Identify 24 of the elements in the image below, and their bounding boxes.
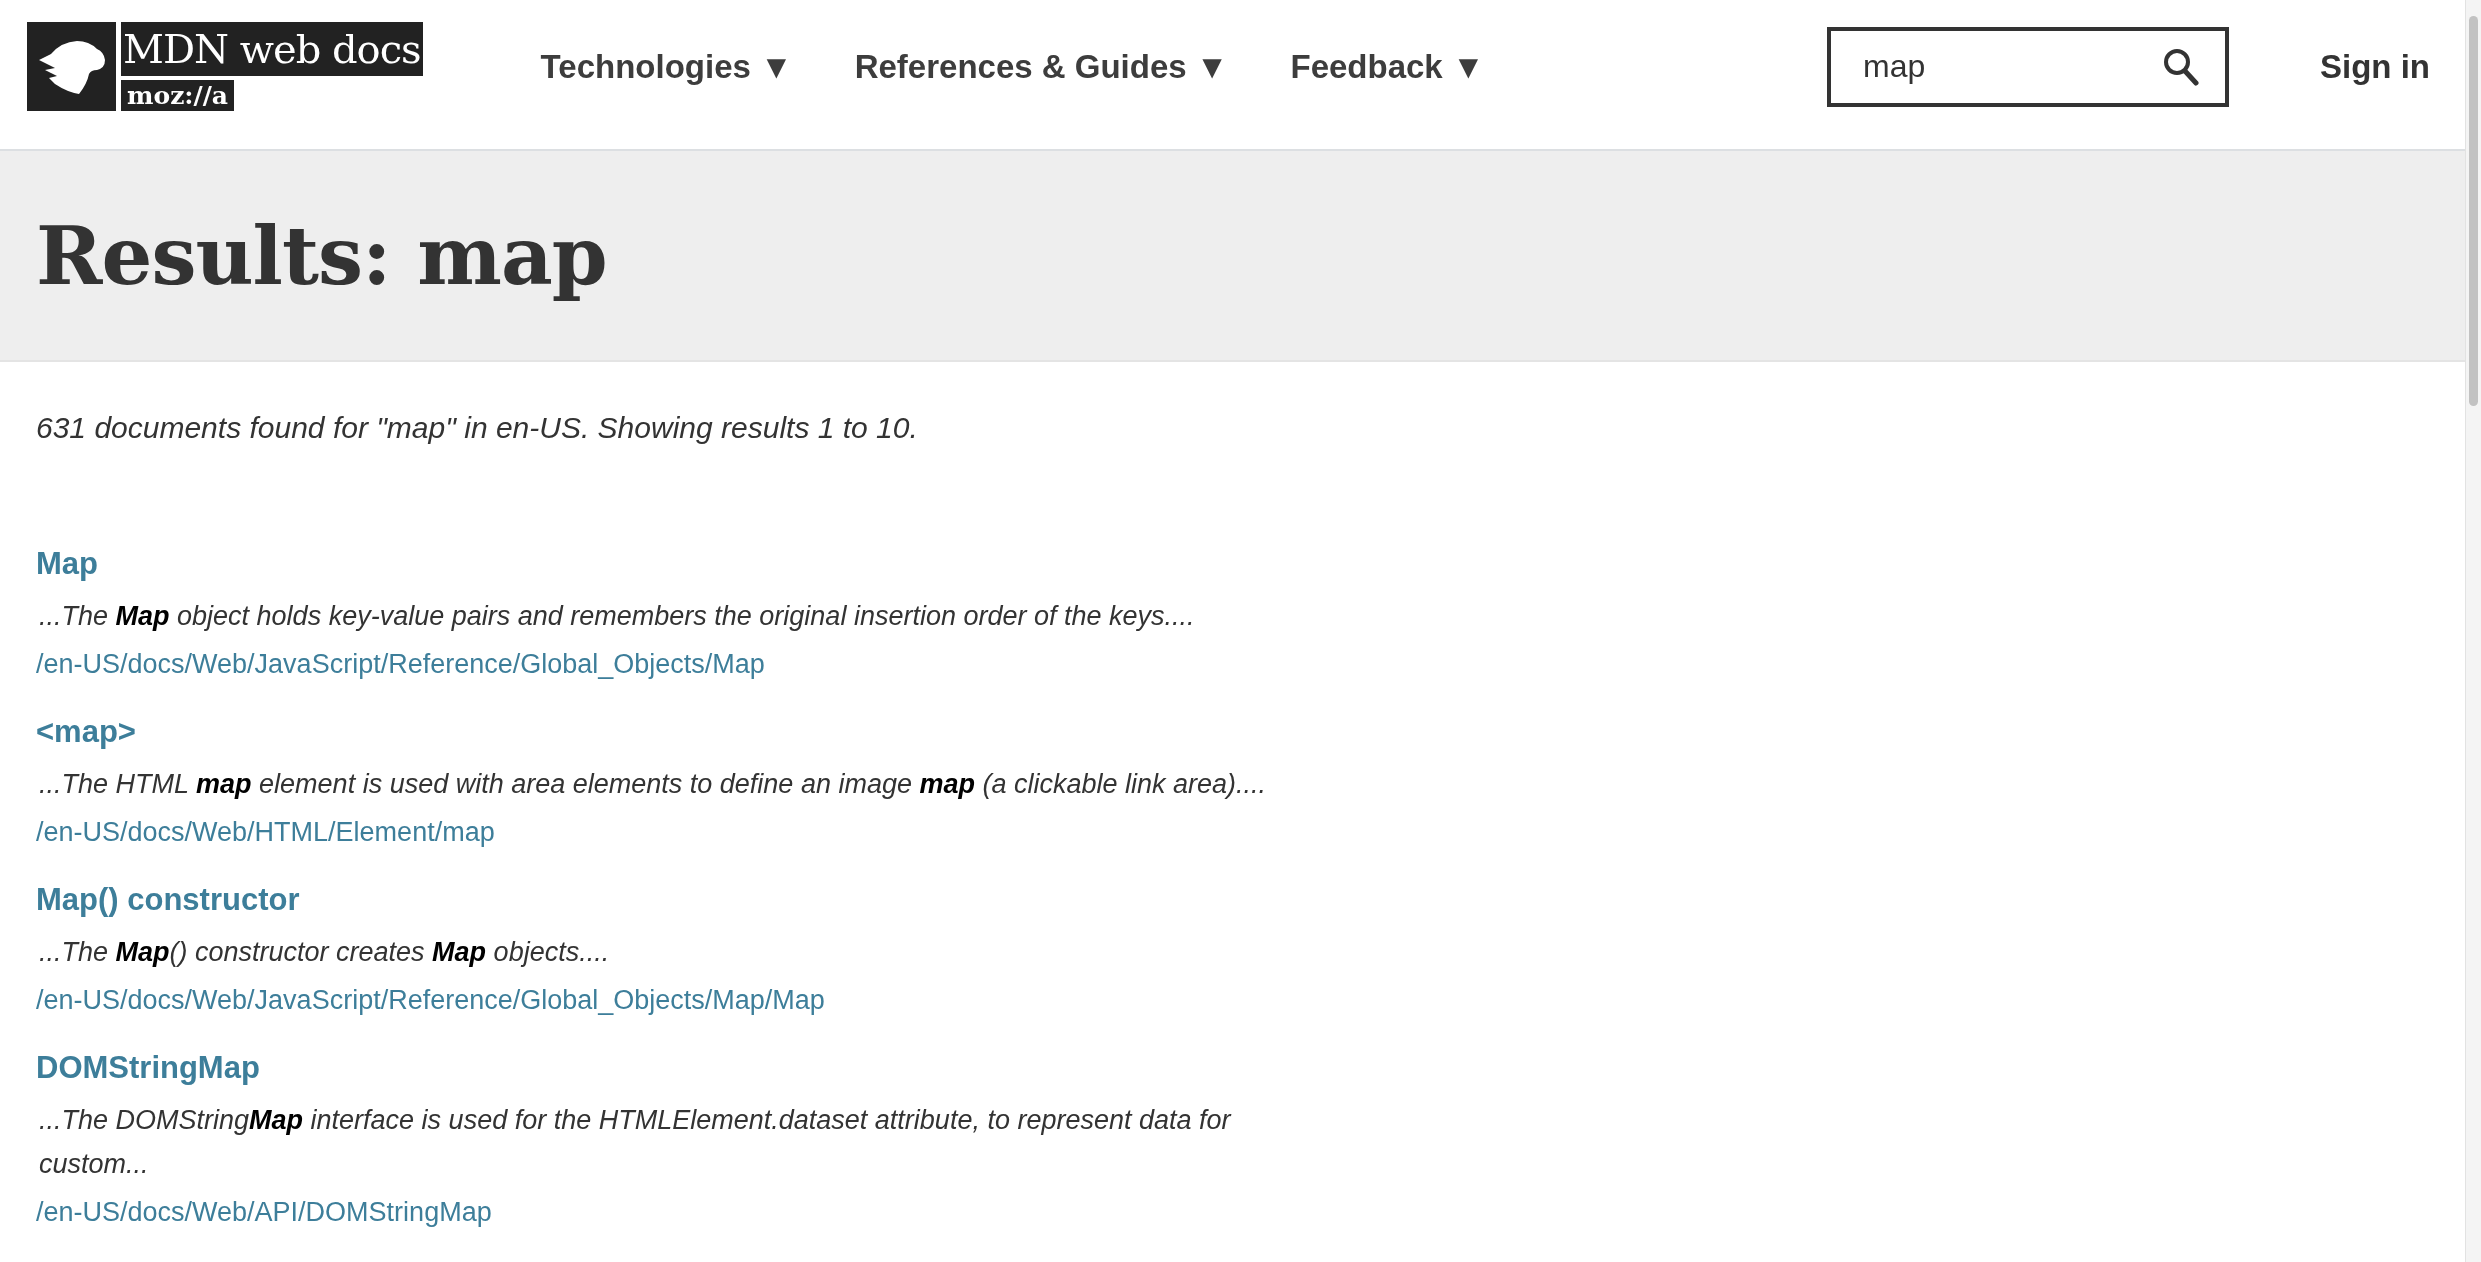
nav-menu[interactable]: Technologies ▼ (540, 41, 793, 92)
results-summary: 631 documents found for "map" in en-US. Showing results 1 to 10. (36, 410, 919, 446)
result-url-link[interactable]: /en-US/docs/Web/JavaScript/Reference/Global_Objects/Map (36, 644, 765, 684)
result-excerpt: ...The Map() constructor creates Map objects.... (39, 936, 610, 969)
sign-in-link[interactable]: Sign in (2320, 47, 2430, 86)
result-url-link[interactable]: /en-US/docs/Web/API/DOMStringMap (36, 1192, 492, 1232)
result-title-link[interactable]: Map() constructor (36, 880, 300, 920)
result-excerpt: ...The HTML map element is used with area elements to define an image map (a clickable link area).... (39, 768, 1267, 801)
nav-menu[interactable]: References & Guides ▼ (854, 41, 1229, 92)
result-title-link[interactable]: <map> (36, 712, 136, 752)
site-logo[interactable]: MDN web docs moz://a (27, 22, 423, 111)
result-url-link[interactable]: /en-US/docs/Web/JavaScript/Reference/Global_Objects/Map/Map (36, 980, 825, 1020)
result-title-link[interactable]: Map (36, 544, 98, 584)
search-icon[interactable] (2163, 47, 2199, 86)
result-excerpt: ...The Map object holds key-value pairs and remembers the original insertion order of the keys.... (39, 600, 1195, 633)
result-url-link[interactable]: /en-US/docs/Web/HTML/Element/map (36, 812, 495, 852)
result-title-link[interactable]: DOMStringMap (36, 1048, 260, 1088)
search-field[interactable]: map (1827, 26, 2229, 107)
nav-menu[interactable]: Feedback ▼ (1290, 41, 1485, 92)
logo-wordmark: MDN web docs (121, 22, 423, 76)
page-title: Results: map (36, 208, 607, 303)
scrollbar[interactable] (2465, 0, 2481, 1262)
result-excerpt: ...The DOMStringMap interface is used for the HTMLElement.dataset attribute, to represent data for custom... (39, 1104, 1233, 1181)
logo-subtext: moz://a (121, 80, 234, 111)
